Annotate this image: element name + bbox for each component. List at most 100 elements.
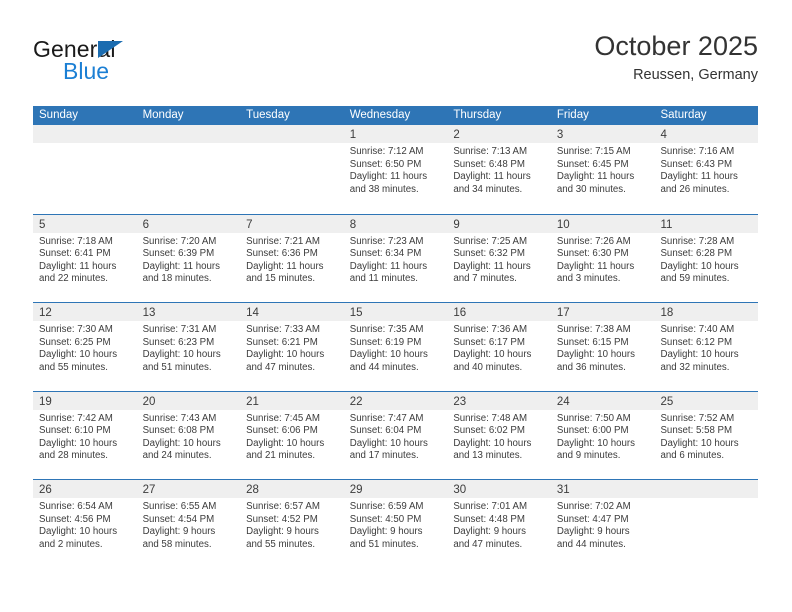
- day-number: 17: [556, 307, 570, 319]
- calendar-day-cell[interactable]: 23 Sunrise: 7:48 AM Sunset: 6:02 PM Dayligh…: [447, 391, 551, 480]
- day-number-band: 15: [343, 303, 448, 321]
- calendar-day-cell[interactable]: 13 Sunrise: 7:31 AM Sunset: 6:23 PM Dayligh…: [136, 303, 241, 391]
- day-details: Sunrise: 7:30 AM Sunset: 6:25 PM Daylight:…: [33, 321, 137, 374]
- day-number-band: 6: [136, 214, 241, 233]
- calendar-day-cell[interactable]: 7 Sunrise: 7:21 AM Sunset: 6:36 PM Daylight…: [240, 214, 344, 303]
- calendar-day-cell[interactable]: 22 Sunrise: 7:47 AM Sunset: 6:04 PM Dayligh…: [343, 391, 448, 480]
- title-block: October 2025 Reussen, Germany: [594, 30, 758, 85]
- calendar-day-cell[interactable]: 16 Sunrise: 7:36 AM Sunset: 6:17 PM Dayligh…: [447, 303, 551, 391]
- day-details: [33, 143, 137, 146]
- calendar-week-row: 26 Sunrise: 6:54 AM Sunset: 4:56 PM Dayligh…: [33, 479, 759, 568]
- calendar-day-cell[interactable]: 26 Sunrise: 6:54 AM Sunset: 4:56 PM Dayligh…: [33, 480, 137, 568]
- calendar-day-cell[interactable]: 27 Sunrise: 6:55 AM Sunset: 4:54 PM Dayligh…: [136, 480, 241, 568]
- day-detail-line: Sunset: 6:48 PM: [453, 158, 525, 170]
- calendar-day-cell[interactable]: 9 Sunrise: 7:25 AM Sunset: 6:32 PM Daylight…: [447, 214, 551, 303]
- day-detail-line: Daylight: 11 hours: [39, 260, 117, 272]
- day-detail-line: Sunset: 6:02 PM: [453, 425, 525, 437]
- calendar-day-cell[interactable]: 11 Sunrise: 7:28 AM Sunset: 6:28 PM Dayligh…: [654, 214, 759, 303]
- day-detail-line: Sunrise: 7:15 AM: [556, 146, 631, 157]
- day-details: Sunrise: 7:02 AM Sunset: 4:47 PM Daylight:…: [551, 498, 655, 551]
- calendar-day-cell[interactable]: 6 Sunrise: 7:20 AM Sunset: 6:39 PM Daylight…: [136, 214, 241, 303]
- calendar-day-cell[interactable]: 18 Sunrise: 7:40 AM Sunset: 6:12 PM Dayligh…: [654, 303, 759, 391]
- day-detail-line: Sunset: 6:17 PM: [453, 336, 525, 348]
- day-detail-line: Daylight: 10 hours: [453, 349, 532, 361]
- day-detail-line: and 21 minutes.: [246, 450, 316, 462]
- calendar-day-cell[interactable]: 3 Sunrise: 7:15 AM Sunset: 6:45 PM Daylight…: [550, 125, 655, 214]
- calendar-day-cell[interactable]: 8 Sunrise: 7:23 AM Sunset: 6:34 PM Daylight…: [343, 214, 448, 303]
- calendar-day-cell[interactable]: 17 Sunrise: 7:38 AM Sunset: 6:15 PM Dayligh…: [550, 303, 655, 391]
- day-details: Sunrise: 7:26 AM Sunset: 6:30 PM Daylight:…: [551, 233, 655, 286]
- day-detail-line: and 51 minutes.: [349, 538, 419, 550]
- day-detail-line: and 6 minutes.: [660, 450, 725, 462]
- day-detail-line: Daylight: 10 hours: [39, 437, 118, 449]
- day-details: Sunrise: 7:47 AM Sunset: 6:04 PM Daylight:…: [344, 410, 448, 463]
- day-number-band: 17: [550, 303, 655, 321]
- day-number: 2: [453, 129, 460, 141]
- calendar-day-cell[interactable]: 5 Sunrise: 7:18 AM Sunset: 6:41 PM Daylight…: [33, 214, 137, 303]
- day-details: Sunrise: 6:55 AM Sunset: 4:54 PM Daylight:…: [137, 498, 241, 551]
- day-detail-line: Daylight: 10 hours: [556, 349, 635, 361]
- day-number-band: 2: [447, 125, 551, 143]
- calendar-day-cell[interactable]: 31 Sunrise: 7:02 AM Sunset: 4:47 PM Dayligh…: [550, 480, 655, 568]
- day-detail-line: Sunset: 6:50 PM: [349, 158, 422, 170]
- calendar-day-cell[interactable]: 30 Sunrise: 7:01 AM Sunset: 4:48 PM Dayligh…: [447, 480, 551, 568]
- day-detail-line: Sunset: 5:58 PM: [660, 425, 733, 437]
- day-detail-line: Sunset: 6:32 PM: [453, 248, 525, 260]
- calendar-day-cell[interactable]: 15 Sunrise: 7:35 AM Sunset: 6:19 PM Dayligh…: [343, 303, 448, 391]
- day-detail-line: Sunset: 6:21 PM: [246, 336, 318, 348]
- calendar-day-cell[interactable]: 24 Sunrise: 7:50 AM Sunset: 6:00 PM Dayligh…: [550, 391, 655, 480]
- page-header: General Blue October 2025 Reussen, Germa…: [33, 30, 758, 94]
- day-detail-line: Daylight: 11 hours: [453, 171, 531, 183]
- day-detail-line: and 7 minutes.: [453, 273, 517, 285]
- day-detail-line: Daylight: 10 hours: [349, 437, 428, 449]
- calendar-day-cell[interactable]: 19 Sunrise: 7:42 AM Sunset: 6:10 PM Dayligh…: [33, 391, 137, 480]
- calendar-day-cell[interactable]: 10 Sunrise: 7:26 AM Sunset: 6:30 PM Dayligh…: [550, 214, 655, 303]
- day-detail-line: Daylight: 10 hours: [246, 437, 325, 449]
- day-detail-line: Daylight: 10 hours: [246, 349, 325, 361]
- day-detail-line: Sunset: 6:19 PM: [349, 336, 422, 348]
- calendar-day-cell[interactable]: 29 Sunrise: 6:59 AM Sunset: 4:50 PM Dayligh…: [343, 480, 448, 568]
- calendar-day-cell[interactable]: 4 Sunrise: 7:16 AM Sunset: 6:43 PM Daylight…: [654, 125, 759, 214]
- day-detail-line: Daylight: 10 hours: [556, 437, 635, 449]
- calendar-day-cell[interactable]: 25 Sunrise: 7:52 AM Sunset: 5:58 PM Dayligh…: [654, 391, 759, 480]
- day-number-band: 31: [550, 480, 655, 498]
- day-details: Sunrise: 7:28 AM Sunset: 6:28 PM Daylight:…: [654, 233, 758, 286]
- day-number: 11: [660, 218, 673, 231]
- day-detail-line: and 2 minutes.: [39, 538, 103, 550]
- day-details: Sunrise: 7:52 AM Sunset: 5:58 PM Daylight:…: [654, 410, 758, 463]
- calendar-day-cell[interactable]: 12 Sunrise: 7:30 AM Sunset: 6:25 PM Dayligh…: [33, 303, 137, 391]
- day-details: Sunrise: 7:13 AM Sunset: 6:48 PM Daylight:…: [447, 143, 551, 196]
- day-detail-line: and 55 minutes.: [39, 361, 108, 373]
- day-detail-line: Sunrise: 7:13 AM: [453, 146, 528, 157]
- day-detail-line: Daylight: 10 hours: [39, 349, 118, 361]
- day-details: Sunrise: 7:01 AM Sunset: 4:48 PM Daylight:…: [447, 498, 551, 551]
- day-number: 24: [556, 395, 570, 408]
- day-detail-line: Sunrise: 7:31 AM: [142, 324, 217, 335]
- calendar-day-cell[interactable]: 2 Sunrise: 7:13 AM Sunset: 6:48 PM Daylight…: [447, 125, 551, 214]
- day-detail-line: and 55 minutes.: [246, 538, 316, 550]
- day-detail-line: and 28 minutes.: [39, 450, 108, 462]
- weekday-header-wednesday: Wednesday: [349, 109, 411, 121]
- day-detail-line: and 36 minutes.: [556, 361, 626, 373]
- day-number: 12: [39, 307, 52, 319]
- page-subtitle: Reussen, Germany: [633, 67, 758, 83]
- day-details: Sunrise: 7:18 AM Sunset: 6:41 PM Daylight:…: [33, 233, 137, 286]
- day-detail-line: Sunset: 6:36 PM: [246, 248, 318, 260]
- day-detail-line: and 9 minutes.: [556, 450, 621, 462]
- calendar-day-cell[interactable]: 14 Sunrise: 7:33 AM Sunset: 6:21 PM Dayligh…: [240, 303, 344, 391]
- calendar-day-cell[interactable]: 20 Sunrise: 7:43 AM Sunset: 6:08 PM Dayligh…: [136, 391, 241, 480]
- day-detail-line: and 58 minutes.: [142, 538, 212, 550]
- calendar-weeks: 1 Sunrise: 7:12 AM Sunset: 6:50 PM Daylight…: [33, 125, 759, 568]
- calendar-day-cell[interactable]: 1 Sunrise: 7:12 AM Sunset: 6:50 PM Daylight…: [343, 125, 448, 214]
- day-number-band: 21: [240, 391, 344, 410]
- calendar-day-cell[interactable]: 28 Sunrise: 6:57 AM Sunset: 4:52 PM Dayligh…: [240, 480, 344, 568]
- calendar-day-cell-empty: [136, 125, 241, 214]
- day-detail-line: Sunset: 6:34 PM: [349, 248, 422, 260]
- day-number: 16: [453, 307, 467, 319]
- day-detail-line: Sunrise: 6:55 AM: [142, 501, 217, 512]
- calendar-day-cell[interactable]: 21 Sunrise: 7:45 AM Sunset: 6:06 PM Dayligh…: [240, 391, 344, 480]
- day-details: [654, 498, 758, 501]
- day-detail-line: and 13 minutes.: [453, 450, 523, 462]
- general-blue-logo[interactable]: General Blue: [33, 36, 213, 92]
- day-detail-line: Sunrise: 7:26 AM: [556, 235, 631, 247]
